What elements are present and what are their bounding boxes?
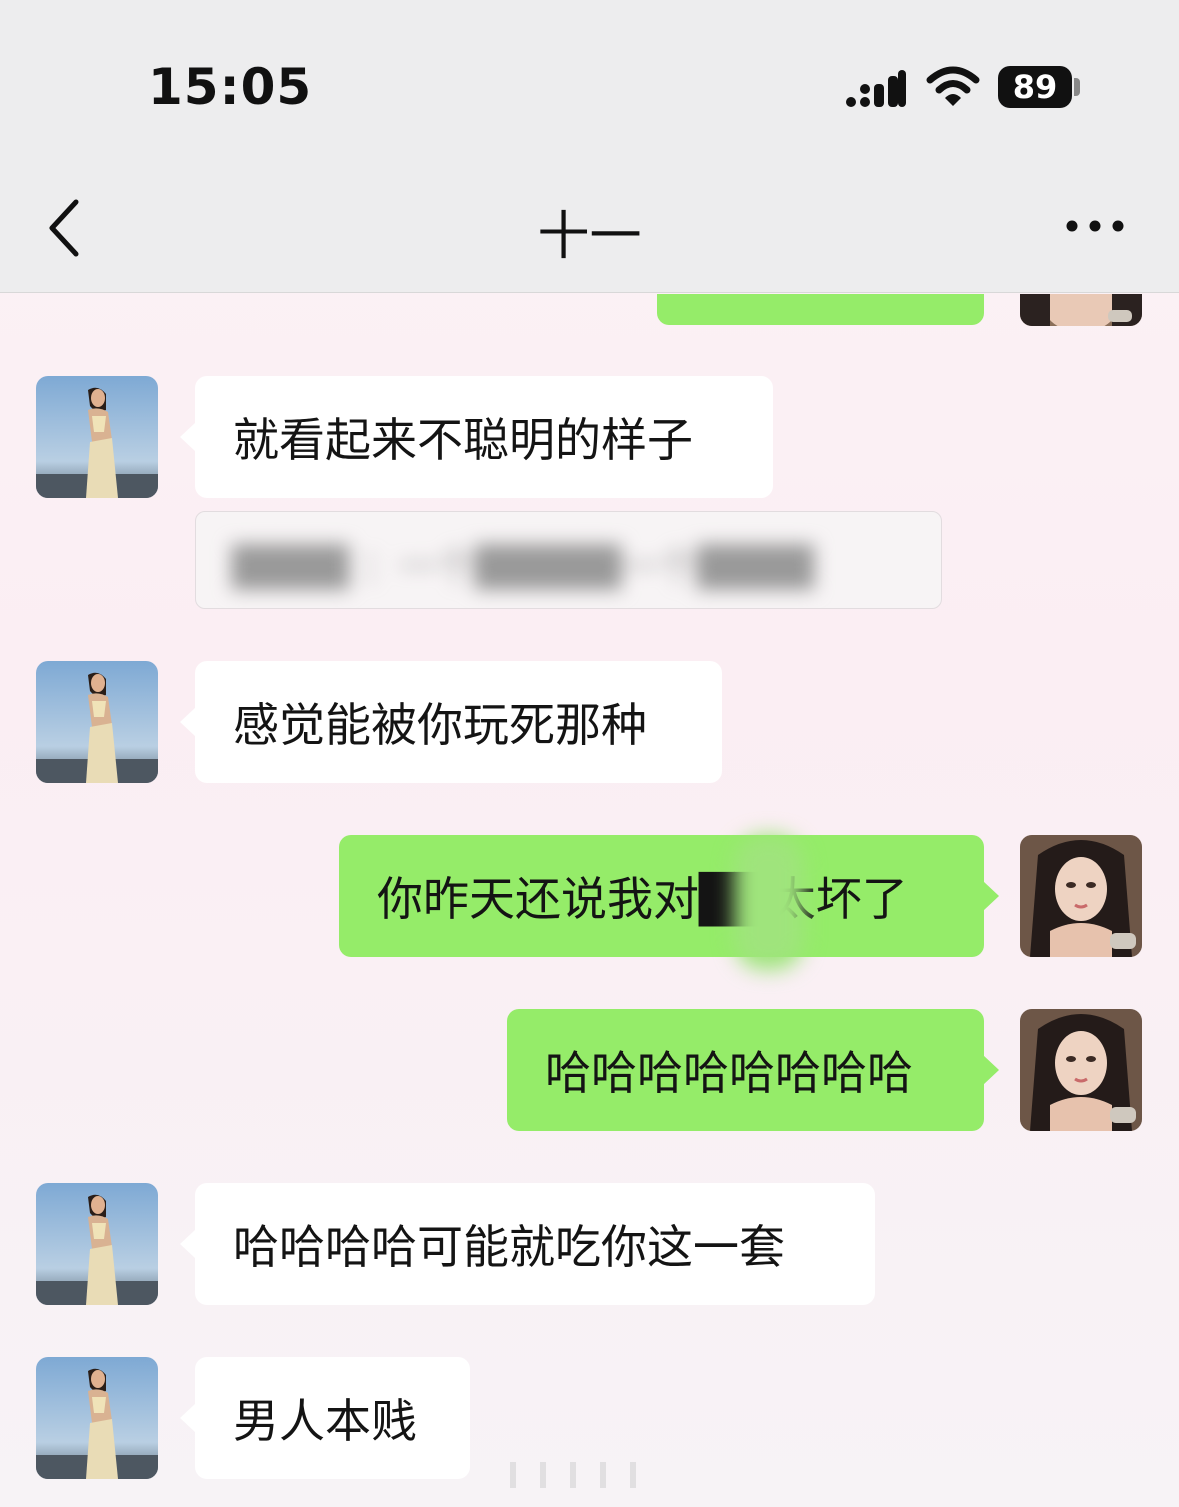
avatar-self[interactable] <box>1020 835 1142 957</box>
avatar-contact[interactable] <box>36 661 158 783</box>
quoted-message-text: ████ ：一个█████一个████ <box>232 545 814 589</box>
message-bubble-incoming[interactable]: 就看起来不聪明的样子 <box>180 376 773 498</box>
message-text: 你昨天还说我对██太坏了 <box>377 872 908 926</box>
avatar-contact[interactable] <box>36 376 158 498</box>
message-bubble-incoming[interactable]: 哈哈哈哈可能就吃你这一套 <box>180 1183 875 1305</box>
chat-screen: 15:05 89 十一 就看起来不聪明的样子 ████ ：一个█████一个██… <box>0 0 1179 1507</box>
message-text: 男人本贱 <box>233 1394 417 1448</box>
message-text: 感觉能被你玩死那种 <box>233 698 647 752</box>
message-bubble-outgoing-partial[interactable] <box>657 294 984 325</box>
watermark-lines <box>510 1462 636 1488</box>
top-bar: 15:05 89 十一 <box>0 0 1179 293</box>
battery-icon: 89 <box>998 66 1072 108</box>
message-bubble-incoming[interactable]: 感觉能被你玩死那种 <box>180 661 722 783</box>
avatar-contact[interactable] <box>36 1357 158 1479</box>
message-text: 哈哈哈哈哈哈哈哈 <box>545 1046 913 1100</box>
message-bubble-incoming[interactable]: 男人本贱 <box>180 1357 470 1479</box>
redaction-blur <box>734 835 804 970</box>
chat-title: 十一 <box>537 207 642 267</box>
message-bubble-outgoing[interactable]: 哈哈哈哈哈哈哈哈 <box>507 1009 999 1131</box>
battery-level: 89 <box>1012 68 1058 106</box>
avatar-self-partial[interactable] <box>1020 294 1142 326</box>
quoted-message[interactable]: ████ ：一个█████一个████ <box>195 511 942 609</box>
message-bubble-outgoing[interactable]: 你昨天还说我对██太坏了 <box>339 835 999 957</box>
avatar-self[interactable] <box>1020 1009 1142 1131</box>
message-text: 就看起来不聪明的样子 <box>233 413 693 467</box>
message-text: 哈哈哈哈可能就吃你这一套 <box>233 1220 785 1274</box>
status-time: 15:05 <box>148 58 313 116</box>
battery-cap <box>1074 78 1080 96</box>
signal-icon <box>846 70 906 107</box>
avatar-contact[interactable] <box>36 1183 158 1305</box>
wifi-icon <box>926 66 980 106</box>
more-dots-icon[interactable] <box>1060 214 1130 238</box>
